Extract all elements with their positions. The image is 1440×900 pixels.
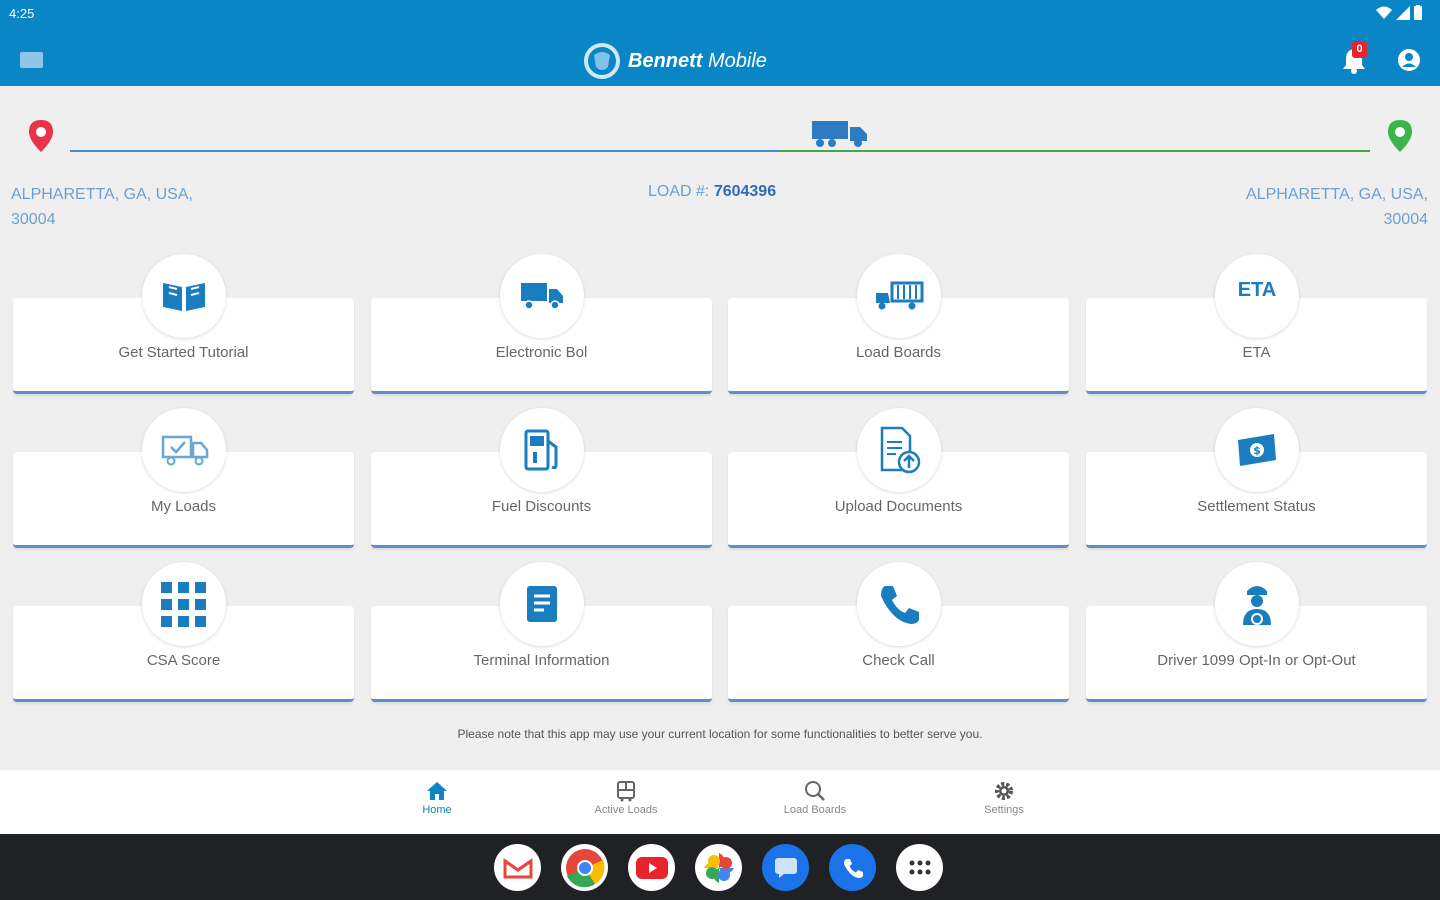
- tile-label: Driver 1099 Opt-In or Opt-Out: [1157, 652, 1356, 669]
- document-icon: [527, 586, 557, 622]
- nav-label: Home: [422, 804, 452, 816]
- nav-settings[interactable]: Settings: [944, 780, 1064, 816]
- home-icon: [427, 782, 447, 800]
- document-upload-icon: [880, 426, 921, 474]
- tile-icon-wrap: [142, 562, 226, 646]
- nav-label: Load Boards: [783, 804, 847, 816]
- tile-eta[interactable]: ETA ETA: [1086, 254, 1427, 394]
- tile-icon-wrap: [500, 562, 584, 646]
- gear-icon: [995, 782, 1013, 800]
- menu-button[interactable]: [20, 52, 43, 68]
- status-time: 4:25: [9, 6, 35, 21]
- tile-settlement-status[interactable]: $ Settlement Status: [1086, 408, 1427, 548]
- driver-icon: [1243, 586, 1271, 625]
- tile-label: My Loads: [150, 498, 217, 515]
- origin-pin-icon: [29, 120, 53, 152]
- phone-app-icon[interactable]: [829, 844, 876, 891]
- origin-city: ALPHARETTA, GA, USA,: [11, 186, 193, 203]
- load-number-label: LOAD #:: [648, 183, 710, 200]
- tile-label: Electronic Bol: [495, 344, 588, 361]
- tile-label: Load Boards: [855, 344, 942, 361]
- tile-label: Check Call: [862, 652, 935, 669]
- brand-regular: Mobile: [708, 49, 767, 72]
- tile-load-boards[interactable]: Load Boards: [728, 254, 1069, 394]
- tile-icon-wrap: [857, 562, 941, 646]
- tile-electronic-bol[interactable]: Electronic Bol: [371, 254, 712, 394]
- eta-icon-text: ETA: [1237, 278, 1277, 301]
- app-drawer-icon[interactable]: [896, 844, 943, 891]
- brand-logo: Bennett Mobile: [584, 43, 767, 79]
- destination-pin-icon: [1388, 120, 1412, 152]
- tile-icon-wrap: [142, 254, 226, 338]
- tile-upload-documents[interactable]: Upload Documents: [728, 408, 1069, 548]
- nav-home[interactable]: Home: [377, 780, 497, 816]
- destination-city: ALPHARETTA, GA, USA,: [1246, 186, 1428, 203]
- notification-badge: 0: [1352, 41, 1367, 58]
- nav-load-boards[interactable]: Load Boards: [755, 780, 875, 816]
- fuel-pump-icon: [524, 429, 558, 471]
- active-loads-icon: [617, 781, 635, 802]
- location-notice: Please note that this app may use your c…: [457, 727, 983, 741]
- chrome-icon[interactable]: [561, 844, 608, 891]
- route-truck-icon: [812, 121, 867, 147]
- tile-icon-wrap: [857, 254, 941, 338]
- money-icon: $: [1238, 434, 1276, 466]
- nav-label: Settings: [984, 804, 1024, 816]
- phone-icon: [881, 586, 919, 624]
- load-number-value: 7604396: [713, 183, 777, 200]
- trailer-icon: [876, 281, 924, 310]
- bottom-nav: Home Active Loads Load Boards Settings: [0, 770, 1440, 834]
- wifi-icon: [1376, 6, 1392, 19]
- tile-icon-wrap: [500, 408, 584, 492]
- tile-fuel-discounts[interactable]: Fuel Discounts: [371, 408, 712, 548]
- tile-csa-score[interactable]: CSA Score: [13, 562, 354, 702]
- bennett-logo-icon: [584, 43, 620, 79]
- tile-icon-wrap: $: [1215, 408, 1299, 492]
- tile-icon-wrap: [857, 408, 941, 492]
- tile-icon-wrap: [1215, 562, 1299, 646]
- tile-label: CSA Score: [146, 652, 221, 669]
- account-icon[interactable]: [1397, 48, 1421, 72]
- photos-icon[interactable]: [695, 844, 742, 891]
- nav-label: Active Loads: [594, 804, 658, 816]
- app-bar: 4:25 Bennett Mobile 0: [0, 0, 1440, 86]
- tile-label: Settlement Status: [1197, 498, 1316, 515]
- tile-label: Upload Documents: [834, 498, 963, 515]
- tile-label: Get Started Tutorial: [118, 344, 249, 361]
- gmail-icon[interactable]: [494, 844, 541, 891]
- tile-my-loads[interactable]: My Loads: [13, 408, 354, 548]
- route-progress-line: [70, 150, 780, 152]
- tile-label: Terminal Information: [473, 652, 610, 669]
- route-remaining-line: [780, 150, 1370, 152]
- youtube-icon[interactable]: [628, 844, 675, 891]
- tile-icon-wrap: [500, 254, 584, 338]
- tile-terminal-information[interactable]: Terminal Information: [371, 562, 712, 702]
- load-number: LOAD #: 7604396: [648, 183, 776, 201]
- book-icon: [163, 283, 205, 311]
- search-icon: [805, 781, 825, 801]
- tile-get-started-tutorial[interactable]: Get Started Tutorial: [13, 254, 354, 394]
- messages-icon[interactable]: [762, 844, 809, 891]
- truck-check-icon: [161, 435, 209, 466]
- tile-icon-wrap: [142, 408, 226, 492]
- tile-label: Fuel Discounts: [491, 498, 592, 515]
- status-icons: [1376, 5, 1422, 20]
- battery-icon: [1414, 5, 1422, 20]
- brand-bold: Bennett: [628, 49, 703, 72]
- origin-address: ALPHARETTA, GA, USA, 30004: [11, 182, 231, 232]
- tile-driver-1099[interactable]: Driver 1099 Opt-In or Opt-Out: [1086, 562, 1427, 702]
- grid-icon: [161, 582, 206, 627]
- tile-check-call[interactable]: Check Call: [728, 562, 1069, 702]
- truck-icon: [521, 283, 563, 310]
- destination-address: ALPHARETTA, GA, USA, 30004: [1208, 182, 1428, 232]
- origin-zip: 30004: [11, 211, 56, 228]
- destination-zip: 30004: [1383, 211, 1429, 228]
- eta-icon: ETA: [1215, 254, 1299, 338]
- signal-icon: [1396, 5, 1410, 20]
- nav-active-loads[interactable]: Active Loads: [566, 780, 686, 816]
- tile-label: ETA: [1242, 344, 1271, 361]
- svg-text:$: $: [1253, 444, 1261, 457]
- app-dock: [494, 844, 943, 891]
